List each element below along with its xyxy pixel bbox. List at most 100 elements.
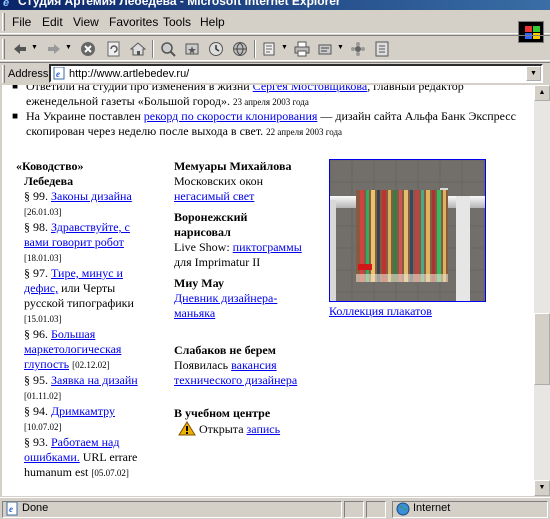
- kovodstvo-entry: § 97. Тире, минус и дефис, или Черты рус…: [24, 266, 146, 327]
- stop-icon[interactable]: [78, 39, 98, 59]
- entry-number: § 94.: [24, 404, 48, 418]
- security-zone-label: Internet: [413, 502, 451, 514]
- menu-favorites[interactable]: Favorites: [109, 15, 158, 29]
- kovodstvo-title-line1: «Ководство»: [16, 159, 84, 173]
- announcements-column: Мемуары Михайлова Московских окон негаси…: [174, 159, 304, 443]
- search-icon[interactable]: [158, 39, 178, 59]
- menu-tools[interactable]: Tools: [163, 15, 191, 29]
- address-grip[interactable]: [2, 65, 5, 83]
- block-link[interactable]: пиктограммы: [233, 240, 302, 254]
- news-date: 22 апреля 2003 года: [266, 127, 343, 137]
- scroll-down-icon[interactable]: ▼: [534, 480, 550, 496]
- messenger-icon[interactable]: [372, 39, 392, 59]
- svg-text:e: e: [56, 69, 60, 79]
- address-field[interactable]: e ▼: [49, 64, 543, 83]
- kovodstvo-entry: § 96. Большая маркетологическая глупость…: [24, 327, 146, 373]
- poster-image[interactable]: [329, 159, 486, 302]
- entry-link[interactable]: Заявка на дизайн: [51, 373, 138, 387]
- home-icon[interactable]: [128, 39, 148, 59]
- address-dropdown-icon[interactable]: ▼: [526, 66, 541, 81]
- news-prefix: На Украине поставлен: [26, 109, 144, 123]
- news-date: 23 апреля 2003 года: [232, 97, 309, 107]
- memuary-block: Мемуары Михайлова Московских окон негаси…: [174, 159, 304, 204]
- miu-block: Миу Мау Дневник дизайнера-маньяка: [174, 276, 304, 321]
- entry-date: [15.01.03]: [24, 314, 62, 324]
- menu-grip[interactable]: [2, 13, 5, 31]
- page-content: ■ Ответили на студии про изменения в жиз…: [2, 85, 534, 496]
- scroll-up-icon[interactable]: ▲: [534, 85, 550, 101]
- refresh-icon[interactable]: [104, 39, 124, 59]
- menu-file[interactable]: File: [12, 15, 31, 29]
- print-icon[interactable]: [292, 39, 312, 59]
- mail-icon[interactable]: [260, 39, 280, 59]
- block-title: Мемуары Михайлова: [174, 159, 292, 173]
- page-icon: e: [53, 67, 65, 80]
- block-text: Появилась: [174, 358, 232, 372]
- status-text: Done: [22, 502, 49, 514]
- menu-bar: File Edit View Favorites Tools Help: [0, 10, 550, 43]
- kovodstvo-entry: § 95. Заявка на дизайн [01.11.02]: [24, 373, 146, 404]
- forward-icon[interactable]: [44, 39, 64, 59]
- status-pane-main: [2, 501, 342, 518]
- block-link[interactable]: запись: [247, 422, 281, 436]
- window-title: Студия Артемия Лебедева - Microsoft Inte…: [18, 0, 341, 8]
- ucheb-block: В учебном центре Открыта запись: [174, 406, 304, 437]
- edit-icon[interactable]: [316, 39, 336, 59]
- entry-number: § 99.: [24, 189, 48, 203]
- poster-column: Коллекция плакатов: [329, 159, 489, 319]
- address-input[interactable]: [69, 67, 509, 81]
- kovodstvo-entry: § 93. Работаем над ошибками. URL errare …: [24, 435, 146, 481]
- block-text: Открыта: [199, 422, 247, 436]
- voronezh-block: Воронежский нарисовал Live Show: пиктогр…: [174, 210, 304, 270]
- entry-date: [01.11.02]: [24, 391, 62, 401]
- news-link[interactable]: Сергея Мостовщикова: [253, 85, 368, 93]
- entry-number: § 95.: [24, 373, 48, 387]
- address-bar: Address e ▼: [0, 62, 550, 84]
- news-link[interactable]: рекорд по скорости клонирования: [144, 109, 318, 123]
- internet-zone-icon: [396, 502, 410, 516]
- entry-number: § 97.: [24, 266, 48, 280]
- title-bar[interactable]: e Студия Артемия Лебедева - Microsoft In…: [0, 0, 550, 10]
- scroll-thumb[interactable]: [534, 313, 550, 385]
- back-dropdown-icon[interactable]: ▼: [31, 44, 38, 51]
- vertical-scrollbar[interactable]: ▲ ▼: [534, 85, 550, 496]
- menu-edit[interactable]: Edit: [42, 15, 63, 29]
- entry-date: [10.07.02]: [24, 422, 62, 432]
- block-link[interactable]: Дневник дизайнера-маньяка: [174, 291, 277, 320]
- kovodstvo-entry: § 94. Дримкамтру [10.07.02]: [24, 404, 146, 435]
- entry-link[interactable]: Дримкамтру: [51, 404, 115, 418]
- address-label: Address: [8, 68, 49, 80]
- mail-dropdown-icon[interactable]: ▼: [281, 44, 288, 51]
- toolbar-separator: [254, 40, 256, 58]
- block-link[interactable]: негасимый свет: [174, 189, 254, 203]
- bullet-icon: ■: [12, 111, 19, 122]
- poster-tag: [358, 264, 372, 270]
- ie-logo-icon: e: [3, 0, 10, 9]
- entry-link[interactable]: Законы дизайна: [51, 189, 132, 203]
- kovodstvo-title-line2: Лебедева: [24, 174, 74, 188]
- world-icon[interactable]: [230, 39, 250, 59]
- news-text: На Украине поставлен рекорд по скорости …: [26, 109, 516, 140]
- discuss-icon[interactable]: [348, 39, 368, 59]
- toolbar-separator: [152, 40, 154, 58]
- status-bar: e Done Internet: [0, 497, 550, 519]
- menu-view[interactable]: View: [73, 15, 99, 29]
- back-icon[interactable]: [10, 39, 30, 59]
- status-pane: [366, 501, 386, 518]
- entry-date: [18.01.03]: [24, 253, 62, 263]
- menu-help[interactable]: Help: [200, 15, 225, 29]
- block-title: Слабаков не берем: [174, 343, 276, 357]
- block-title: В учебном центре: [174, 406, 271, 420]
- entry-number: § 96.: [24, 327, 48, 341]
- block-title: Воронежский нарисовал: [174, 210, 248, 239]
- poster-caption-link[interactable]: Коллекция плакатов: [329, 304, 489, 319]
- favorites-icon[interactable]: [182, 39, 202, 59]
- svg-text:e: e: [9, 504, 13, 514]
- entry-date: [02.12.02]: [72, 360, 110, 370]
- page-done-icon: e: [6, 502, 18, 516]
- forward-dropdown-icon[interactable]: ▼: [65, 44, 72, 51]
- entry-number: § 93.: [24, 435, 48, 449]
- toolbar-grip[interactable]: [2, 39, 5, 59]
- edit-dropdown-icon[interactable]: ▼: [337, 44, 344, 51]
- history-icon[interactable]: [206, 39, 226, 59]
